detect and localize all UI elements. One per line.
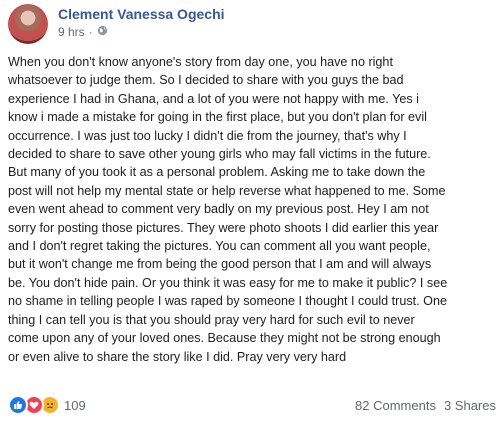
post-text-line: When you don't know anyone's story from … <box>8 55 393 69</box>
post-text-line: whatsoever to judge them. So I decided t… <box>8 73 404 88</box>
post-text-line: know i made a mistake for going in the f… <box>8 110 427 125</box>
engagement-stats: 82 Comments 3 Shares <box>355 398 496 413</box>
post-header: Clement Vanessa Ogechi 9 hrs · <box>8 4 488 44</box>
author-name[interactable]: Clement Vanessa Ogechi <box>58 6 225 22</box>
post-text-line: post will not help my mental state or he… <box>8 183 446 198</box>
post-timestamp[interactable]: 9 hrs <box>58 25 85 39</box>
post-text-line: or even alive to share the story like I … <box>8 349 347 364</box>
post-body: When you don't know anyone's story from … <box>8 53 498 366</box>
post-text-line: but it won't change me from being the go… <box>8 257 432 272</box>
post-meta: 9 hrs · <box>58 25 108 39</box>
post-text-line: sorry for posting those pictures. They w… <box>8 220 439 235</box>
like-icon <box>8 395 28 415</box>
meta-separator: · <box>88 25 93 39</box>
avatar[interactable] <box>8 4 48 44</box>
post-footer: 109 82 Comments 3 Shares <box>8 394 496 416</box>
post-text-line: thing I can tell you is that you should … <box>8 312 415 327</box>
shares-link[interactable]: 3 Shares <box>444 398 496 413</box>
reaction-count: 109 <box>64 397 86 413</box>
post-text-line: decided to share to save other young gir… <box>8 147 431 162</box>
post-text-line: no shame in telling people I was raped b… <box>8 294 447 309</box>
post-text-line: But many of you took it as a personal pr… <box>8 165 426 180</box>
post-text-line: be. You don't hide pain. Or you think it… <box>8 275 448 290</box>
post-text-line: experience I had in Ghana, and a lot of … <box>8 91 419 106</box>
post-text-line: occurrence. I was just too lucky I didn'… <box>8 128 407 143</box>
post-text-line: and I don't regret taking the pictures. … <box>8 239 431 254</box>
reactions-summary[interactable]: 109 <box>8 395 86 415</box>
comments-link[interactable]: 82 Comments <box>355 398 436 413</box>
globe-icon[interactable] <box>97 25 108 39</box>
post-text-line: even went ahead to comment very badly on… <box>8 202 429 217</box>
post-text-line: come upon any of your loved ones. Becaus… <box>8 331 441 346</box>
